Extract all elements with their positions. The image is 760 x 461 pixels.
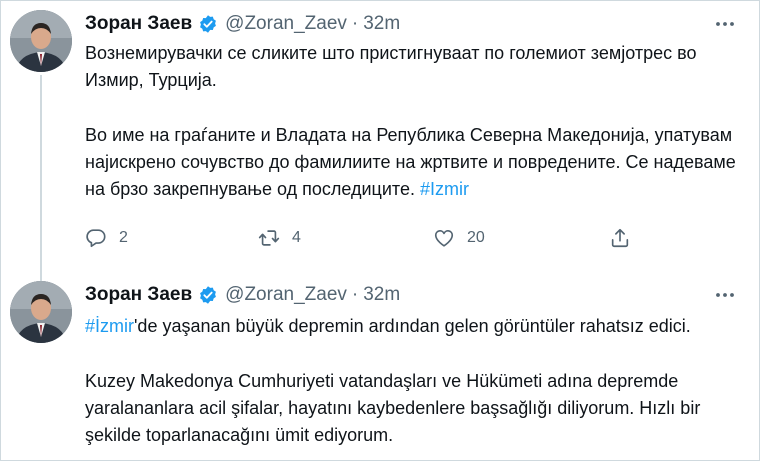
tweet-header: Зоран Заев @Zoran_Zaev · 32m <box>85 11 400 37</box>
tweet-text: Вознемирувачки се сликите што пристигнув… <box>85 40 750 203</box>
reply-count: 2 <box>119 229 128 246</box>
heart-icon <box>434 230 454 247</box>
hashtag-link[interactable]: #Izmir <box>420 179 469 199</box>
like-count: 20 <box>467 229 485 246</box>
avatar[interactable] <box>10 281 72 343</box>
more-options-button[interactable] <box>711 285 739 305</box>
verified-badge-icon <box>200 286 217 304</box>
tweet-paragraph: Во име на граѓаните и Владата на Републи… <box>85 122 750 203</box>
timestamp[interactable]: 32m <box>363 284 400 306</box>
tweet-paragraph-text: 'de yaşanan büyük depremin ardından gele… <box>134 316 691 336</box>
more-options-button[interactable] <box>711 14 739 34</box>
tweet-paragraph: #İzmir'de yaşanan büyük depremin ardında… <box>85 313 750 340</box>
tweet-thread: Зоран Заев @Zoran_Zaev · 32m Вознемирува… <box>0 0 760 461</box>
verified-badge-icon <box>200 15 217 33</box>
hashtag-link[interactable]: #İzmir <box>85 316 134 336</box>
retweet-button[interactable]: 4 <box>258 225 301 251</box>
tweet-1[interactable]: Зоран Заев @Zoran_Zaev · 32m Вознемирува… <box>1 1 759 270</box>
separator-dot: · <box>351 284 359 305</box>
avatar[interactable] <box>10 10 72 72</box>
retweet-count: 4 <box>292 229 301 246</box>
more-dots-icon <box>716 22 734 26</box>
author-handle[interactable]: @Zoran_Zaev <box>225 13 347 35</box>
like-button[interactable]: 20 <box>433 225 485 251</box>
share-button[interactable] <box>609 225 631 251</box>
tweet-paragraph: Kuzey Makedonya Cumhuriyeti vatandaşları… <box>85 371 701 445</box>
share-icon <box>611 228 629 248</box>
retweet-icon <box>258 230 280 246</box>
tweet-paragraph: Вознемирувачки се сликите што пристигнув… <box>85 43 697 90</box>
author-name[interactable]: Зоран Заев <box>85 13 192 35</box>
timestamp[interactable]: 32m <box>363 13 400 35</box>
tweet-paragraph-text: Во име на граѓаните и Владата на Републи… <box>85 125 736 199</box>
separator-dot: · <box>351 13 359 34</box>
tweet-text: #İzmir'de yaşanan büyük depremin ardında… <box>85 313 750 449</box>
author-name[interactable]: Зоран Заев <box>85 284 192 306</box>
reply-icon <box>86 229 106 248</box>
tweet-actions: 2 4 20 <box>85 225 645 251</box>
more-dots-icon <box>716 293 734 297</box>
avatar-image <box>10 281 72 343</box>
author-handle[interactable]: @Zoran_Zaev <box>225 284 347 306</box>
reply-button[interactable]: 2 <box>85 225 128 251</box>
tweet-2[interactable]: Зоран Заев @Zoran_Zaev · 32m #İzmir'de y… <box>1 270 759 460</box>
tweet-header: Зоран Заев @Zoran_Zaev · 32m <box>85 282 400 308</box>
avatar-image <box>10 10 72 72</box>
